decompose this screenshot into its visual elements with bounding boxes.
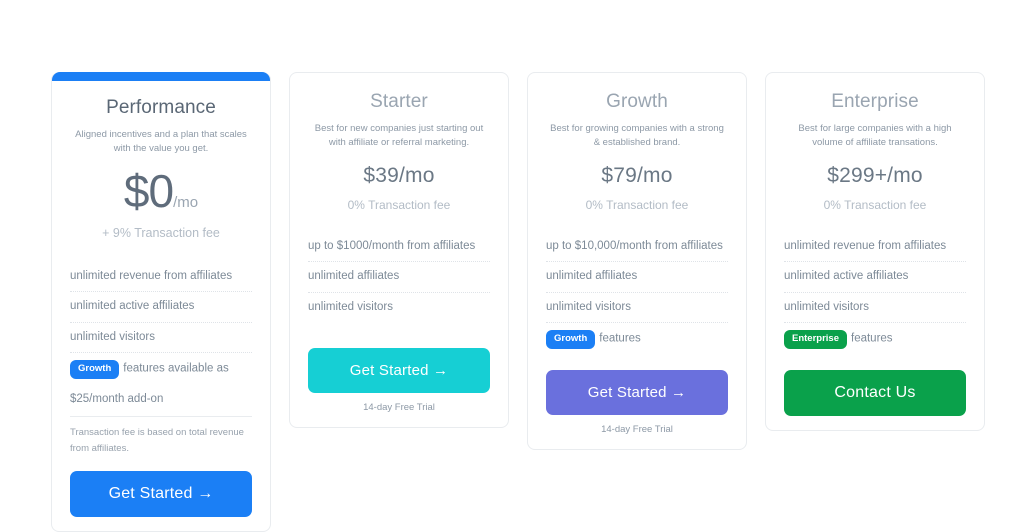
plan-price: $299+/mo bbox=[784, 164, 966, 188]
transaction-fee-note: 0% Transaction fee bbox=[585, 197, 689, 212]
plan-description: Best for new companies just starting out… bbox=[314, 123, 484, 148]
plan-badge-text: features bbox=[851, 332, 893, 345]
plan-badge-text: features available as bbox=[123, 362, 229, 375]
free-trial-note: 14-day Free Trial bbox=[363, 402, 435, 414]
plan-badge-text: features bbox=[599, 332, 641, 345]
feature-item: unlimited affiliates bbox=[308, 262, 490, 293]
pricing-card-starter: Starter Best for new companies just start… bbox=[289, 72, 509, 429]
transaction-fee-note: 0% Transaction fee bbox=[347, 197, 451, 212]
plan-price: $0/mo bbox=[70, 164, 252, 218]
price-amount: $299+/mo bbox=[827, 163, 923, 187]
feature-list: unlimited revenue from affiliates unlimit… bbox=[784, 232, 966, 356]
plan-name: Growth bbox=[606, 91, 668, 112]
cta-button-performance[interactable]: Get Started → bbox=[70, 471, 252, 518]
plan-badge: Growth bbox=[70, 360, 120, 379]
pricing-card-enterprise: Enterprise Best for large companies with … bbox=[765, 72, 985, 431]
feature-item: unlimited revenue from affiliates bbox=[784, 232, 966, 263]
feature-list: up to $1000/month from affiliates unlimit… bbox=[308, 232, 490, 323]
feature-item-badge: Growth features available as bbox=[70, 353, 252, 386]
pricing-card-performance: Performance Aligned incentives and a plan… bbox=[51, 72, 271, 532]
feature-item: unlimited visitors bbox=[784, 293, 966, 324]
price-amount: $0 bbox=[123, 164, 174, 217]
plan-price: $39/mo bbox=[308, 164, 490, 188]
feature-item: unlimited affiliates bbox=[546, 262, 728, 293]
price-amount: $79/mo bbox=[601, 163, 673, 187]
price-amount: $39/mo bbox=[363, 163, 435, 187]
feature-item: unlimited revenue from affiliates bbox=[70, 262, 252, 293]
feature-item: unlimited active affiliates bbox=[70, 292, 252, 323]
feature-item: up to $10,000/month from affiliates bbox=[546, 232, 728, 263]
feature-item: up to $1000/month from affiliates bbox=[308, 232, 490, 263]
plan-price: $79/mo bbox=[546, 164, 728, 188]
fine-print-note: Transaction fee is based on total revenu… bbox=[70, 415, 252, 457]
cta-button-starter[interactable]: Get Started → bbox=[308, 348, 490, 394]
cta-button-growth[interactable]: Get Started → bbox=[546, 369, 728, 415]
cta-button-enterprise[interactable]: Contact Us bbox=[784, 369, 966, 416]
plan-description: Aligned incentives and a plan that scale… bbox=[75, 129, 247, 154]
transaction-fee-note: + 9% Transaction fee bbox=[102, 225, 220, 240]
plan-description: Best for growing companies with a strong… bbox=[550, 123, 724, 148]
plan-badge: Enterprise bbox=[784, 330, 847, 349]
feature-item: unlimited visitors bbox=[308, 300, 393, 313]
feature-item: unlimited visitors bbox=[546, 293, 728, 324]
plan-badge: Growth bbox=[546, 330, 596, 349]
plan-name: Performance bbox=[106, 97, 216, 118]
feature-item: unlimited visitors bbox=[70, 323, 252, 354]
pricing-card-growth: Growth Best for growing companies with a … bbox=[527, 72, 747, 450]
feature-item: unlimited active affiliates bbox=[784, 262, 966, 293]
plan-name: Starter bbox=[370, 91, 428, 112]
card-accent-bar bbox=[52, 72, 270, 81]
price-period: /mo bbox=[173, 193, 199, 211]
free-trial-note: 14-day Free Trial bbox=[601, 423, 673, 435]
transaction-fee-note: 0% Transaction fee bbox=[823, 197, 927, 212]
feature-item-badge: Enterprise features bbox=[784, 323, 966, 356]
feature-item-badge: Growth features bbox=[546, 323, 728, 356]
pricing-table: Performance Aligned incentives and a plan… bbox=[51, 72, 991, 532]
addon-price-line: $25/month add-on bbox=[70, 392, 164, 405]
feature-list: up to $10,000/month from affiliates unlim… bbox=[546, 232, 728, 356]
plan-description: Best for large companies with a high vol… bbox=[798, 123, 952, 148]
plan-name: Enterprise bbox=[831, 91, 919, 112]
feature-list: unlimited revenue from affiliates unlimit… bbox=[70, 262, 252, 386]
